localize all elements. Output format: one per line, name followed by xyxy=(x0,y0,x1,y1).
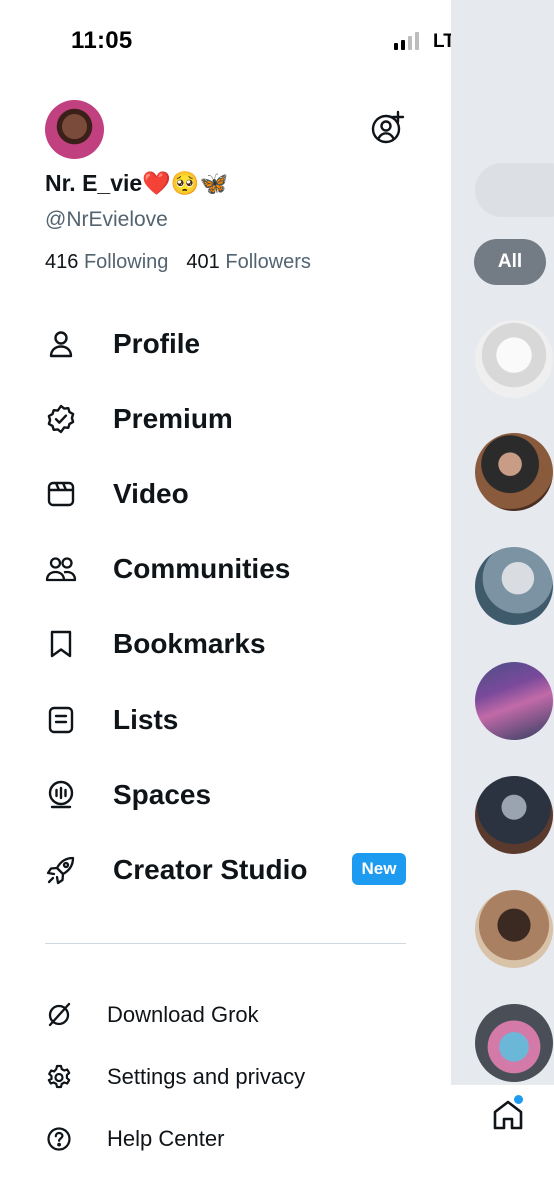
settings-privacy-label: Settings and privacy xyxy=(107,1064,306,1089)
followers-link[interactable]: 401 Followers xyxy=(186,251,311,273)
story-avatar[interactable] xyxy=(475,547,553,625)
add-account-icon[interactable] xyxy=(370,110,406,146)
story-avatar[interactable] xyxy=(475,1004,553,1082)
search-bar[interactable] xyxy=(475,163,554,217)
person-icon xyxy=(49,331,73,358)
following-count: 416 xyxy=(45,251,79,273)
download-grok-item[interactable]: Download Grok xyxy=(45,993,415,1037)
nav-label-spaces: Spaces xyxy=(113,779,212,810)
story-avatar[interactable] xyxy=(475,433,553,511)
communities-icon xyxy=(45,557,77,582)
notification-dot xyxy=(514,1095,523,1104)
video-icon xyxy=(47,481,75,507)
nav-label-lists: Lists xyxy=(113,704,179,735)
followers-label: Followers xyxy=(225,251,311,273)
nav-label-communities: Communities xyxy=(113,553,291,584)
nav-item-video[interactable]: Video xyxy=(45,466,415,522)
story-avatar[interactable] xyxy=(475,776,553,854)
filter-chip-all[interactable]: All xyxy=(474,239,546,285)
gear-icon xyxy=(47,1064,71,1089)
followers-count: 401 xyxy=(186,251,220,273)
grok-icon xyxy=(48,1002,71,1027)
spaces-icon xyxy=(48,780,74,809)
help-center-label: Help Center xyxy=(107,1126,225,1151)
story-avatar[interactable] xyxy=(475,662,553,740)
nav-label-creator-studio: Creator Studio xyxy=(113,854,308,885)
help-icon xyxy=(47,1127,71,1151)
nav-label-video: Video xyxy=(113,478,189,509)
nav-label-bookmarks: Bookmarks xyxy=(113,628,266,659)
new-badge: New xyxy=(352,853,406,885)
lists-icon xyxy=(48,706,74,734)
nav-item-communities[interactable]: Communities xyxy=(45,541,415,597)
nav-item-creator-studio[interactable]: Creator Studio New xyxy=(45,842,415,898)
rocket-icon xyxy=(46,856,75,885)
divider xyxy=(45,943,406,944)
story-avatar[interactable] xyxy=(475,890,553,968)
avatar[interactable] xyxy=(45,100,104,159)
nav-item-profile[interactable]: Profile xyxy=(45,316,415,372)
follow-stats: 416 Following 401 Followers xyxy=(45,251,311,274)
settings-privacy-item[interactable]: Settings and privacy xyxy=(45,1055,415,1099)
nav-item-premium[interactable]: Premium xyxy=(45,391,415,447)
status-time: 11:05 xyxy=(71,27,133,54)
nav-item-bookmarks[interactable]: Bookmarks xyxy=(45,616,415,672)
user-handle[interactable]: @NrEvielove xyxy=(45,208,168,232)
bookmark-icon xyxy=(50,630,72,658)
nav-label-premium: Premium xyxy=(113,403,233,434)
verified-badge-icon xyxy=(47,404,75,434)
download-grok-label: Download Grok xyxy=(107,1002,259,1027)
following-link[interactable]: 416 Following xyxy=(45,251,168,273)
following-label: Following xyxy=(83,251,169,273)
story-avatar[interactable] xyxy=(475,320,553,398)
nav-item-spaces[interactable]: Spaces xyxy=(45,767,415,823)
help-center-item[interactable]: Help Center xyxy=(45,1117,415,1161)
nav-label-profile: Profile xyxy=(113,328,201,359)
display-name[interactable]: Nr. E_vie❤️🥺🦋 xyxy=(45,170,228,197)
signal-strength-icon xyxy=(394,32,419,50)
nav-item-lists[interactable]: Lists xyxy=(45,692,415,748)
